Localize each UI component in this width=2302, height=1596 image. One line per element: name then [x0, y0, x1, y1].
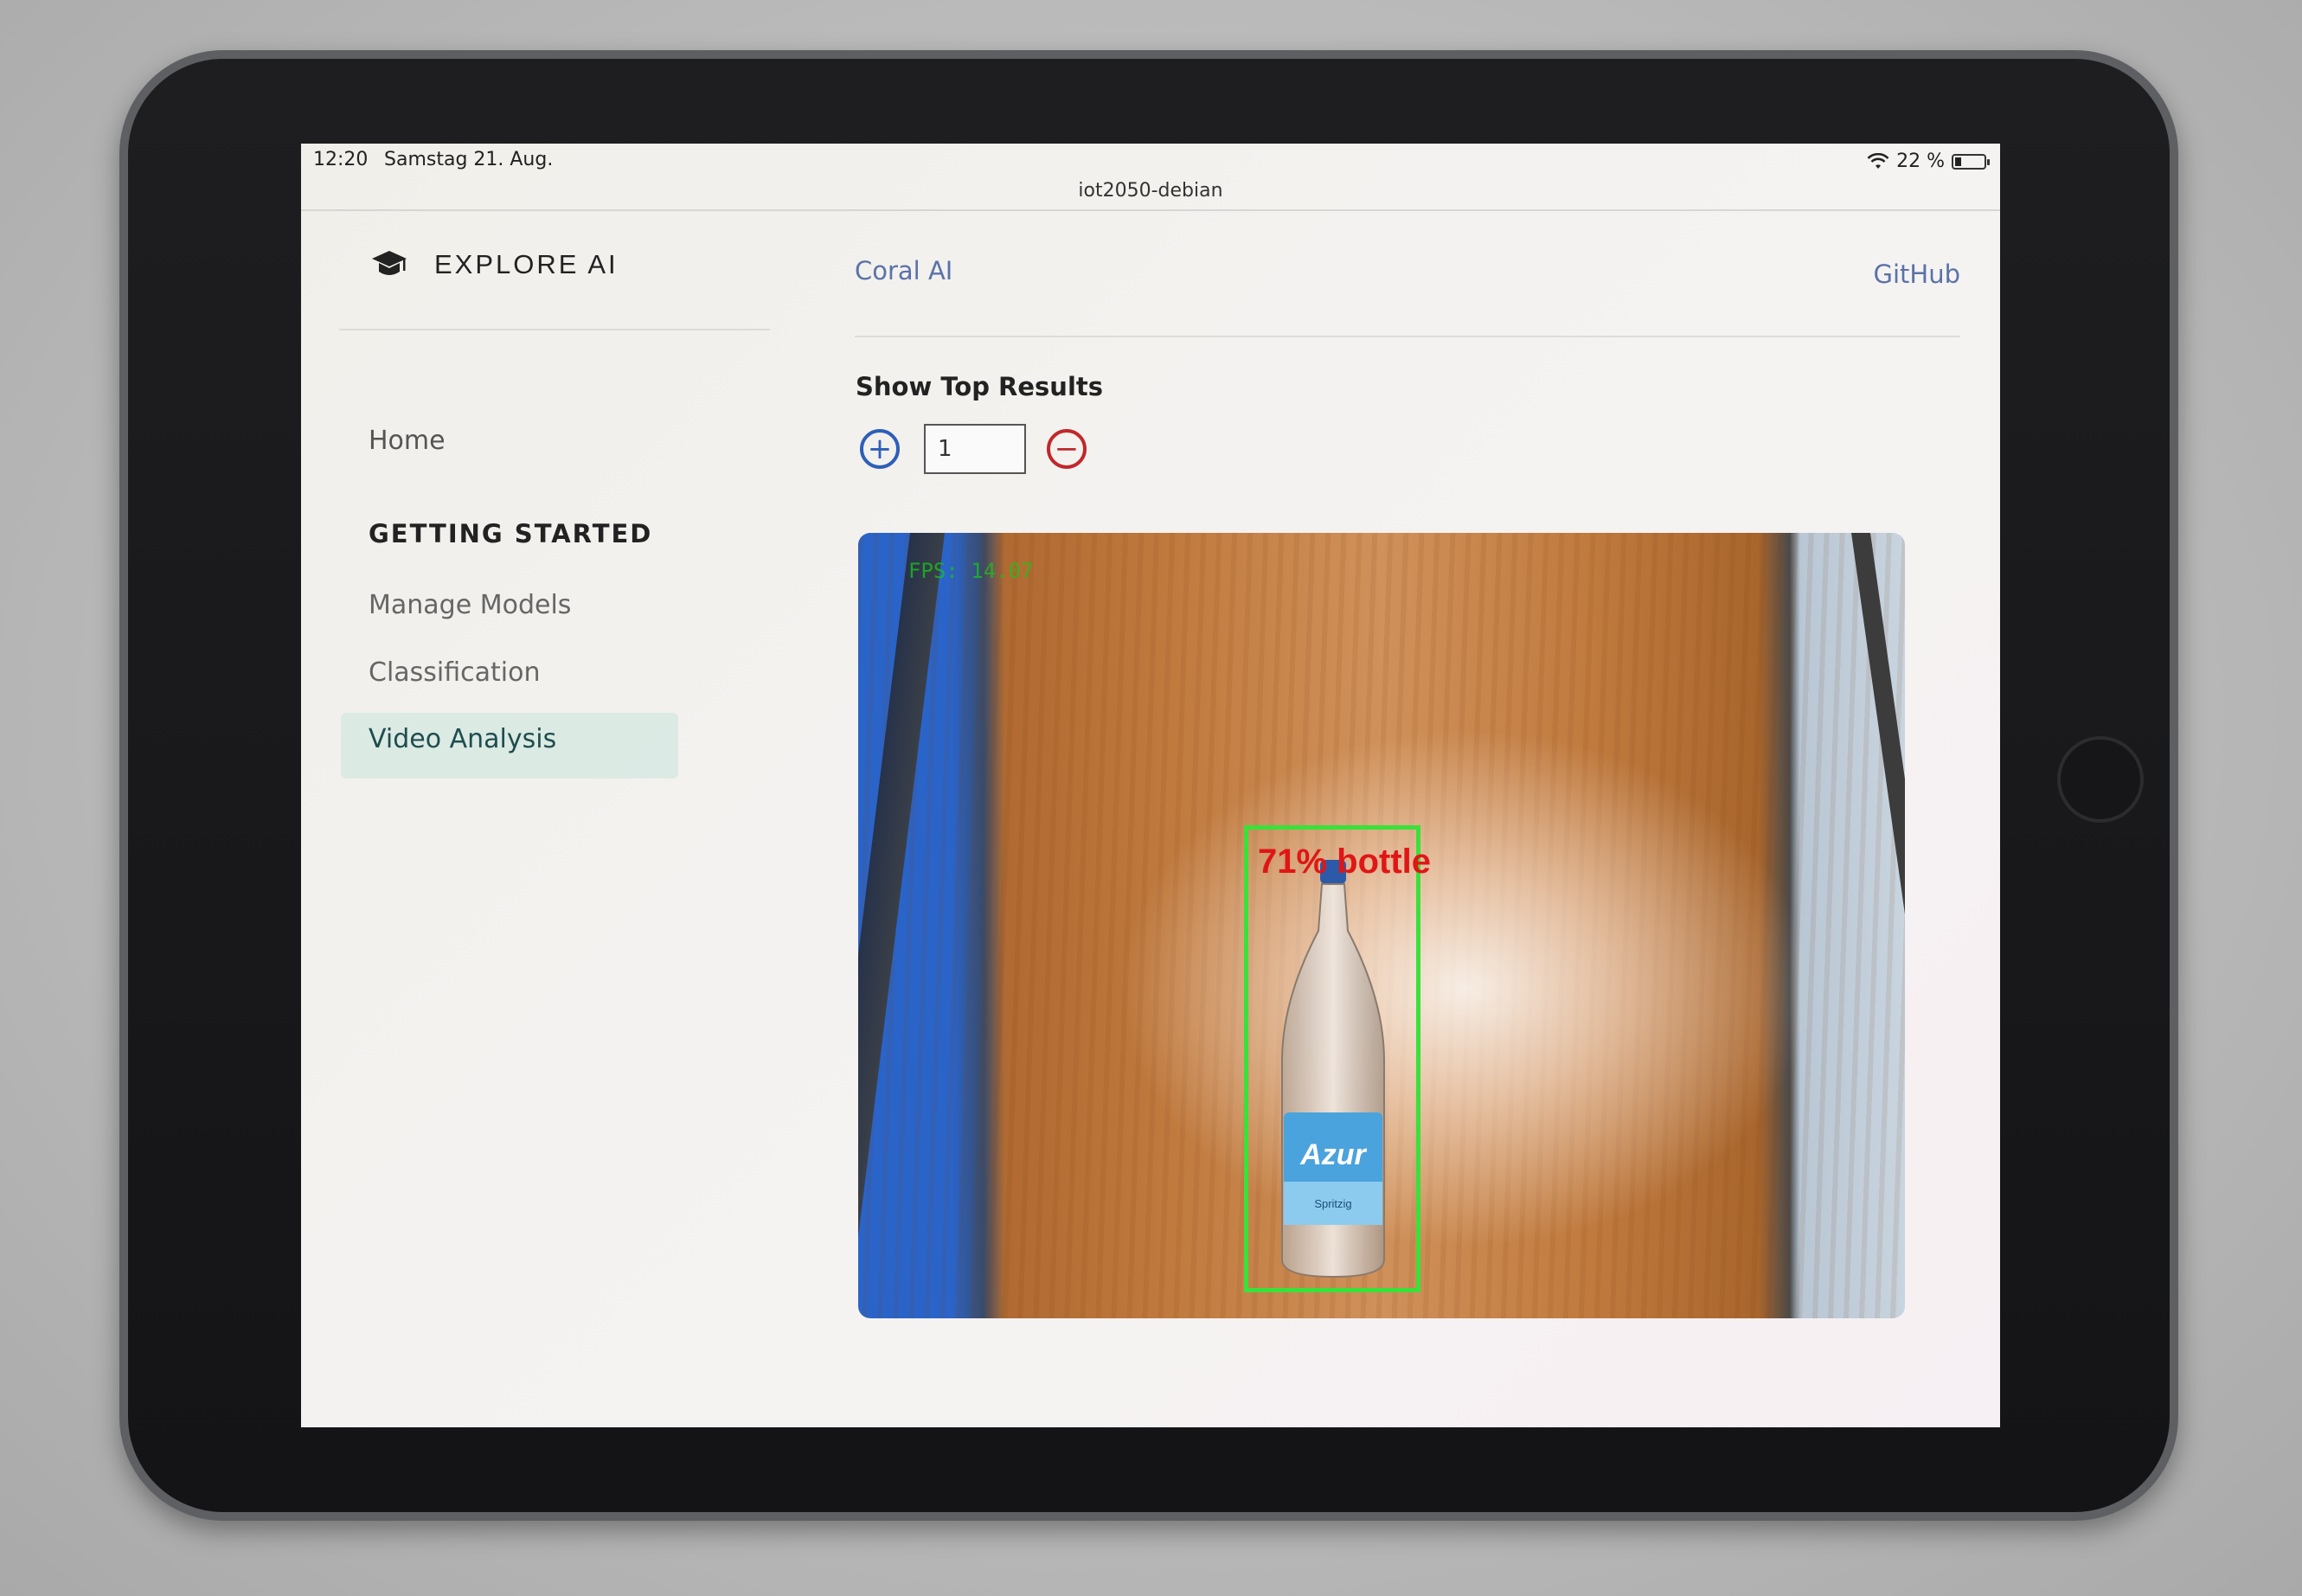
screen: 12:20 Samstag 21. Aug. 22 % iot2050-debi…: [301, 144, 2000, 1427]
battery-percent: 22 %: [1896, 151, 1945, 172]
wifi-icon: [1867, 152, 1889, 169]
status-date: Samstag 21. Aug.: [384, 149, 554, 170]
sidebar-item-manage-models[interactable]: Manage Models: [369, 590, 571, 620]
sidebar-section-heading: GETTING STARTED: [369, 519, 653, 548]
battery-fill: [1955, 157, 1961, 166]
graduation-cap-icon: [372, 251, 407, 275]
status-right: 22 %: [1867, 151, 1990, 172]
minus-icon: −: [1054, 432, 1080, 466]
sidebar-item-home[interactable]: Home: [369, 426, 446, 456]
brand-title: EXPLORE AI: [434, 249, 619, 279]
top-results-input[interactable]: [924, 424, 1026, 474]
coral-ai-link[interactable]: Coral AI: [855, 256, 952, 285]
video-feed: FPS: 14.07 Azur Spritzig 71% bottle: [858, 533, 1905, 1318]
status-time: 12:20: [313, 149, 369, 170]
github-link[interactable]: GitHub: [1874, 260, 1961, 289]
sidebar-item-video-analysis[interactable]: Video Analysis: [369, 724, 556, 754]
battery-icon: [1952, 153, 1990, 170]
show-top-results-label: Show Top Results: [856, 372, 1104, 401]
sidebar-divider: [339, 329, 770, 330]
url-bar[interactable]: iot2050-debian: [301, 175, 2000, 211]
decrease-button[interactable]: −: [1047, 429, 1087, 469]
home-button[interactable]: [2057, 736, 2144, 823]
detection-box: [1244, 825, 1420, 1292]
plus-icon: +: [867, 432, 893, 466]
main-divider: [855, 336, 1960, 337]
fps-overlay: FPS: 14.07: [908, 559, 1034, 583]
detection-label: 71% bottle: [1258, 843, 1432, 881]
brand[interactable]: EXPLORE AI: [370, 247, 619, 282]
sidebar-item-classification[interactable]: Classification: [369, 657, 541, 688]
increase-button[interactable]: +: [860, 429, 900, 469]
status-bar: 12:20 Samstag 21. Aug. 22 %: [301, 144, 2000, 175]
battery-tip: [1987, 158, 1990, 165]
